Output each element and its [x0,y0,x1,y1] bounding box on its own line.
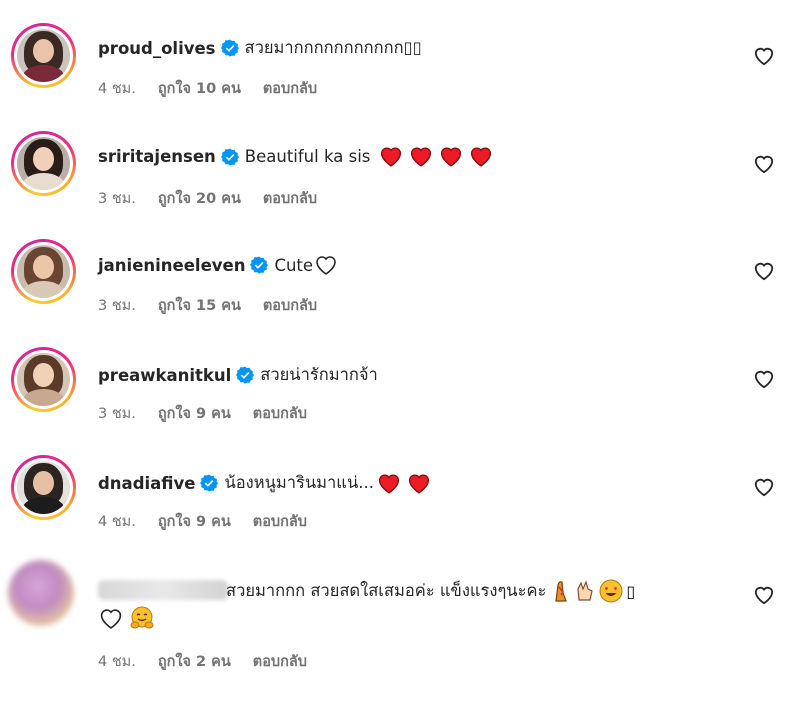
comment-time[interactable]: 3 ชม. [98,294,136,317]
avatar[interactable] [11,131,76,196]
comment-text: สวยน่ารักมากจ้า [260,365,378,384]
avatar[interactable] [11,455,76,520]
red-heart-icon [408,474,430,494]
unrendered-glyph: ▯ [626,581,636,601]
username[interactable]: dnadiafive [98,474,195,493]
reply-button[interactable]: ตอบกลับ [253,650,307,673]
heart-outline-icon[interactable] [753,261,775,281]
comment-time[interactable]: 4 ชม. [98,77,136,100]
verified-badge-icon [200,474,219,492]
verified-badge-icon [250,256,269,274]
comment-text: น้องหนูมารินมาแน่... [224,473,374,492]
likes-count[interactable]: ถูกใจ 9 คน [158,402,231,425]
red-heart-icon [381,147,402,167]
comment-text: สวยมากกก สวยสดใสเสมอค่ะ แข็งแรงๆนะคะ [226,581,547,600]
verified-badge-icon [220,147,239,166]
hand-gesture-emoji-icon [577,580,594,601]
username-blurred[interactable] [98,580,228,600]
avatar[interactable] [11,239,76,304]
comment-time[interactable]: 3 ชม. [98,187,136,210]
heart-outline-icon[interactable] [753,154,775,174]
username[interactable]: proud_olives [98,39,216,58]
raised-arm-emoji-icon [555,581,568,602]
red-hearts-emoji [378,145,494,168]
hugging-face-emoji-icon [130,606,154,629]
username[interactable]: janienineeleven [98,256,245,275]
verified-badge-icon [220,39,239,57]
comment-time[interactable]: 4 ชม. [98,650,136,673]
heart-outline-icon[interactable] [753,369,775,389]
reply-button[interactable]: ตอบกลับ [263,294,317,317]
comment-time[interactable]: 4 ชม. [98,510,136,533]
heart-outline-icon[interactable] [753,585,775,605]
avatar[interactable] [11,23,76,88]
red-hearts-emoji [376,472,432,495]
comment-text: สวยมากกกกกกกกกกก▯▯ [244,38,422,57]
avatar[interactable] [8,560,74,626]
red-heart-icon [411,147,432,167]
white-heart-emoji [100,608,122,629]
likes-count[interactable]: ถูกใจ 10 คน [158,77,241,100]
comment-text: Cute [274,255,314,275]
red-heart-icon [441,147,462,167]
white-heart-emoji [316,256,336,275]
avatar[interactable] [11,347,76,412]
red-heart-icon [378,474,400,494]
red-heart-icon [471,147,492,167]
comment-text: Beautiful ka sis [244,147,371,166]
likes-count[interactable]: ถูกใจ 9 คน [158,510,231,533]
heart-eyes-emoji-icon [599,579,623,603]
emoji-group: ▯ [549,579,635,603]
username[interactable]: sriritajensen [98,147,216,166]
username[interactable]: preawkanitkul [98,366,231,385]
comment-time[interactable]: 3 ชม. [98,402,136,425]
heart-outline-icon[interactable] [753,46,775,66]
verified-badge-icon [236,366,255,384]
reply-button[interactable]: ตอบกลับ [263,187,317,210]
heart-outline-icon[interactable] [753,477,775,497]
reply-button[interactable]: ตอบกลับ [253,510,307,533]
likes-count[interactable]: ถูกใจ 15 คน [158,294,241,317]
reply-button[interactable]: ตอบกลับ [253,402,307,425]
likes-count[interactable]: ถูกใจ 2 คน [158,650,231,673]
likes-count[interactable]: ถูกใจ 20 คน [158,187,241,210]
reply-button[interactable]: ตอบกลับ [263,77,317,100]
